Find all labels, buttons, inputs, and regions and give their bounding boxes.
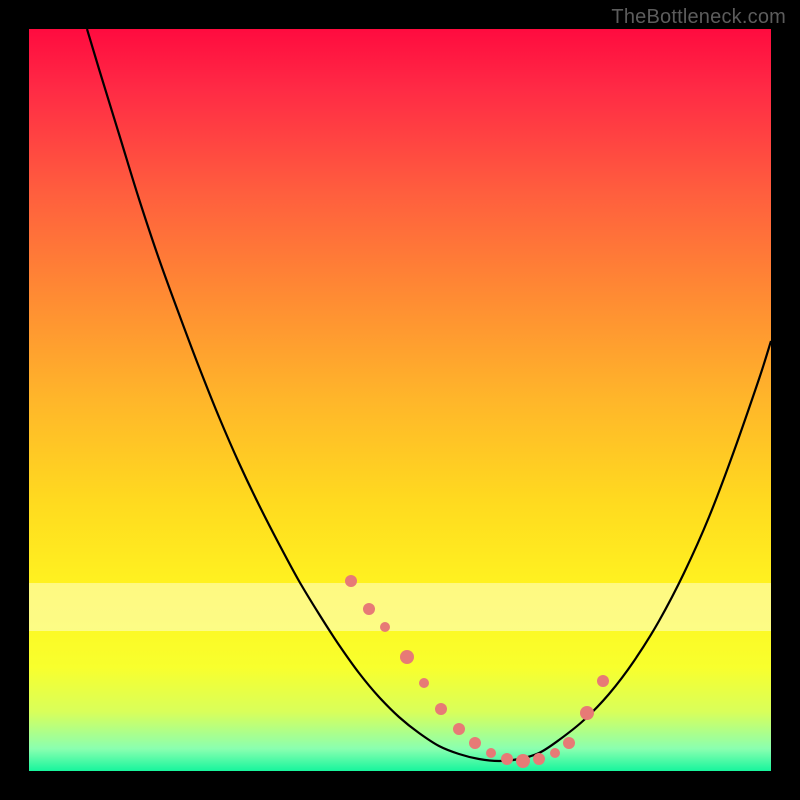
data-dot	[453, 723, 465, 735]
data-dot	[486, 748, 496, 758]
data-dot	[345, 575, 357, 587]
data-dot	[419, 678, 429, 688]
data-dot	[501, 753, 513, 765]
data-dot	[563, 737, 575, 749]
data-dot	[380, 622, 390, 632]
data-dot	[400, 650, 414, 664]
data-dot	[533, 753, 545, 765]
data-dot	[363, 603, 375, 615]
chart-plot	[29, 29, 771, 771]
data-dot	[469, 737, 481, 749]
data-dot	[550, 748, 560, 758]
data-dots	[345, 575, 609, 768]
data-dot	[516, 754, 530, 768]
data-dot	[435, 703, 447, 715]
watermark-text: TheBottleneck.com	[611, 6, 786, 29]
curve-line	[87, 29, 771, 761]
data-dot	[597, 675, 609, 687]
data-dot	[580, 706, 594, 720]
